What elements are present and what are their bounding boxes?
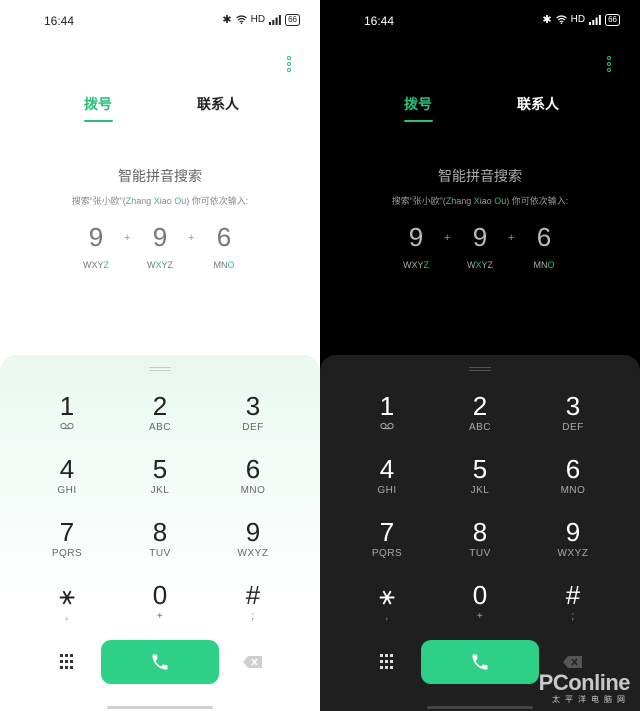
- tab-contacts[interactable]: 联系人: [517, 94, 559, 114]
- example-digit: 9: [88, 222, 104, 252]
- status-icons: ✱ HD 66: [542, 13, 620, 26]
- call-button[interactable]: [421, 640, 539, 684]
- drag-handle[interactable]: [469, 367, 491, 371]
- example-key-sequence: 9 + 9 + 6 WXYZ WXYZ MNO: [0, 222, 320, 272]
- backspace-icon[interactable]: [563, 656, 583, 668]
- example-letters: WXYZ: [402, 260, 429, 270]
- bluetooth-icon: ✱: [542, 14, 552, 26]
- example-digit: 9: [408, 222, 424, 252]
- battery-indicator: 66: [285, 13, 300, 26]
- status-icons: ✱ HD 66: [222, 13, 300, 26]
- example-digit: 6: [536, 222, 552, 252]
- key-4[interactable]: 4 GHI: [347, 454, 427, 510]
- voicemail-icon: [27, 421, 107, 435]
- example-digit: 9: [152, 222, 168, 252]
- key-7[interactable]: 7 PQRS: [27, 517, 107, 573]
- drag-handle[interactable]: [149, 367, 171, 371]
- key-3[interactable]: 3 DEF: [213, 391, 293, 447]
- example-plus: +: [508, 232, 515, 244]
- hint-title: 智能拼音搜索: [438, 168, 522, 184]
- key-1[interactable]: 1: [347, 391, 427, 447]
- example-digit: 6: [216, 222, 232, 252]
- example-plus: +: [444, 232, 451, 244]
- signal-icon: [269, 14, 281, 25]
- dialpad-icon[interactable]: [60, 654, 76, 670]
- dialpad-icon[interactable]: [380, 654, 396, 670]
- example-letters: WXYZ: [146, 260, 174, 270]
- home-indicator[interactable]: [107, 706, 213, 709]
- backspace-icon[interactable]: [243, 656, 263, 668]
- key-hash[interactable]: #;: [533, 580, 613, 636]
- active-tab-indicator: [84, 120, 113, 122]
- key-1[interactable]: 1: [27, 391, 107, 447]
- key-3[interactable]: 3 DEF: [533, 391, 613, 447]
- key-5[interactable]: 5 JKL: [120, 454, 200, 510]
- key-9[interactable]: 9 WXYZ: [213, 517, 293, 573]
- dialer-actions: [0, 640, 320, 686]
- tab-bar: 拨号 联系人: [0, 94, 320, 124]
- key-0[interactable]: 0 +: [440, 580, 520, 636]
- watermark-logo: PConline 太平洋电脑网: [538, 670, 631, 704]
- voicemail-icon: [347, 421, 427, 435]
- status-bar: 16:44 ✱ HD 66: [320, 12, 640, 30]
- tab-bar: 拨号 联系人: [320, 94, 640, 124]
- battery-indicator: 66: [605, 13, 620, 26]
- key-0[interactable]: 0 +: [120, 580, 200, 636]
- key-hash[interactable]: #;: [213, 580, 293, 636]
- bluetooth-icon: ✱: [222, 14, 232, 26]
- key-6[interactable]: 6 MNO: [533, 454, 613, 510]
- home-indicator[interactable]: [427, 706, 533, 709]
- key-8[interactable]: 8 TUV: [120, 517, 200, 573]
- key-6[interactable]: 6 MNO: [213, 454, 293, 510]
- status-time: 16:44: [44, 14, 75, 28]
- example-letters: WXYZ: [82, 260, 109, 270]
- key-2[interactable]: 2 ABC: [120, 391, 200, 447]
- wifi-icon: [235, 15, 247, 24]
- status-time: 16:44: [364, 14, 395, 28]
- phone-icon: [152, 654, 168, 670]
- example-plus: +: [188, 232, 195, 244]
- wifi-icon: [555, 15, 567, 24]
- tab-dialer[interactable]: 拨号: [84, 94, 112, 114]
- tab-dialer[interactable]: 拨号: [404, 94, 432, 114]
- key-7[interactable]: 7 PQRS: [347, 517, 427, 573]
- tab-contacts[interactable]: 联系人: [197, 94, 239, 114]
- phone-dark-theme: 16:44 ✱ HD 66 拨号 联系人 智能拼音搜索 搜索“张小欧”(Zhan…: [320, 0, 640, 711]
- more-vert-icon[interactable]: [606, 56, 612, 72]
- more-vert-icon[interactable]: [286, 56, 292, 72]
- example-letters: MNO: [533, 260, 555, 270]
- key-4[interactable]: 4 GHI: [27, 454, 107, 510]
- key-9[interactable]: 9 WXYZ: [533, 517, 613, 573]
- key-8[interactable]: 8 TUV: [440, 517, 520, 573]
- example-letters: WXYZ: [466, 260, 494, 270]
- phone-icon: [472, 654, 488, 670]
- example-digit: 9: [472, 222, 488, 252]
- network-label: HD: [250, 14, 266, 25]
- phone-light-theme: 16:44 ✱ HD 66 拨号 联系人 智能拼音搜索 搜索“张小欧”(Zhan…: [0, 0, 320, 711]
- call-button[interactable]: [101, 640, 219, 684]
- hint-subtitle: 搜索“张小欧”(Zhang Xiao Ou) 你可依次输入:: [71, 196, 249, 206]
- key-2[interactable]: 2 ABC: [440, 391, 520, 447]
- network-label: HD: [570, 14, 586, 25]
- example-letters: MNO: [213, 260, 235, 270]
- key-5[interactable]: 5 JKL: [440, 454, 520, 510]
- example-key-sequence: 9 + 9 + 6 WXYZ WXYZ MNO: [320, 222, 640, 272]
- key-star[interactable]: ⚹,: [27, 580, 107, 636]
- key-star[interactable]: ⚹,: [347, 580, 427, 636]
- status-bar: 16:44 ✱ HD 66: [0, 12, 320, 30]
- active-tab-indicator: [404, 120, 433, 122]
- example-plus: +: [124, 232, 131, 244]
- hint-subtitle: 搜索“张小欧”(Zhang Xiao Ou) 你可依次输入:: [391, 196, 569, 206]
- hint-title: 智能拼音搜索: [118, 168, 202, 184]
- signal-icon: [589, 14, 601, 25]
